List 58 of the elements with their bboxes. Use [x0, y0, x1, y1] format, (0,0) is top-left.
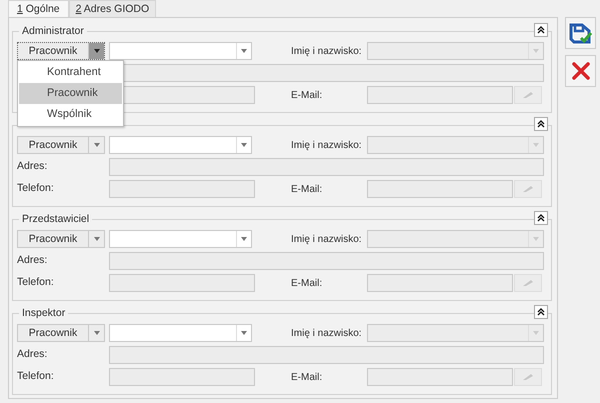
- type-dropdown[interactable]: Pracownik: [17, 230, 105, 248]
- collapse-button[interactable]: [534, 23, 548, 37]
- send-email-button[interactable]: [514, 86, 542, 104]
- field-label: Telefon:: [17, 275, 55, 290]
- field-label: Imię i nazwisko:: [290, 44, 363, 58]
- type-dropdown[interactable]: Pracownik: [17, 136, 105, 154]
- pen-icon: [522, 185, 534, 193]
- caret-icon: [533, 49, 539, 53]
- field-label: Adres:: [17, 159, 48, 174]
- menu-item[interactable]: Pracownik: [19, 83, 122, 104]
- pen-icon: [522, 91, 534, 99]
- caret-icon: [241, 49, 247, 53]
- combo-field[interactable]: [109, 230, 252, 248]
- save-button[interactable]: [565, 17, 596, 49]
- tab[interactable]: 2 Adres GIODO: [68, 0, 156, 17]
- caret-icon: [241, 143, 247, 147]
- send-email-button[interactable]: [514, 368, 542, 386]
- send-email-button[interactable]: [514, 274, 542, 292]
- field-label: Adres:: [17, 347, 48, 362]
- caret-icon: [241, 331, 247, 335]
- floppy-check-icon: [568, 21, 592, 45]
- caret-icon: [533, 143, 539, 147]
- caret-icon: [533, 237, 539, 241]
- double-chevron-up-icon: [537, 308, 545, 316]
- combo-field[interactable]: [109, 324, 252, 342]
- caret-icon: [533, 331, 539, 335]
- cancel-button[interactable]: [565, 55, 596, 87]
- group-title: Inspektor: [19, 306, 68, 320]
- pen-icon: [522, 279, 534, 287]
- field-label: Telefon:: [17, 369, 55, 384]
- caret-icon: [94, 331, 100, 335]
- collapse-button[interactable]: [534, 117, 548, 131]
- type-dropdown[interactable]: Pracownik: [17, 42, 105, 60]
- field-label: Imię i nazwisko:: [290, 138, 363, 152]
- field-label: Imię i nazwisko:: [290, 232, 363, 246]
- caret-icon: [94, 143, 100, 147]
- caret-icon: [241, 237, 247, 241]
- field-label: Telefon:: [17, 181, 55, 196]
- field-label: E-Mail:: [290, 182, 324, 196]
- pen-icon: [522, 373, 534, 381]
- field-label: E-Mail:: [290, 88, 324, 102]
- field-label: E-Mail:: [290, 276, 324, 290]
- tab[interactable]: 1 Ogólne: [8, 0, 69, 17]
- collapse-button[interactable]: [534, 211, 548, 225]
- field-label: E-Mail:: [290, 370, 324, 384]
- combo-field[interactable]: [109, 136, 252, 154]
- send-email-button[interactable]: [514, 180, 542, 198]
- double-chevron-up-icon: [537, 214, 545, 222]
- double-chevron-up-icon: [537, 120, 545, 128]
- double-chevron-up-icon: [537, 26, 545, 34]
- type-dropdown[interactable]: Pracownik: [17, 324, 105, 342]
- field-label: Imię i nazwisko:: [290, 326, 363, 340]
- caret-icon: [94, 49, 100, 53]
- field-label: Adres:: [17, 253, 48, 268]
- collapse-button[interactable]: [534, 305, 548, 319]
- close-icon: [570, 61, 590, 81]
- caret-icon: [94, 237, 100, 241]
- combo-field[interactable]: [109, 42, 252, 60]
